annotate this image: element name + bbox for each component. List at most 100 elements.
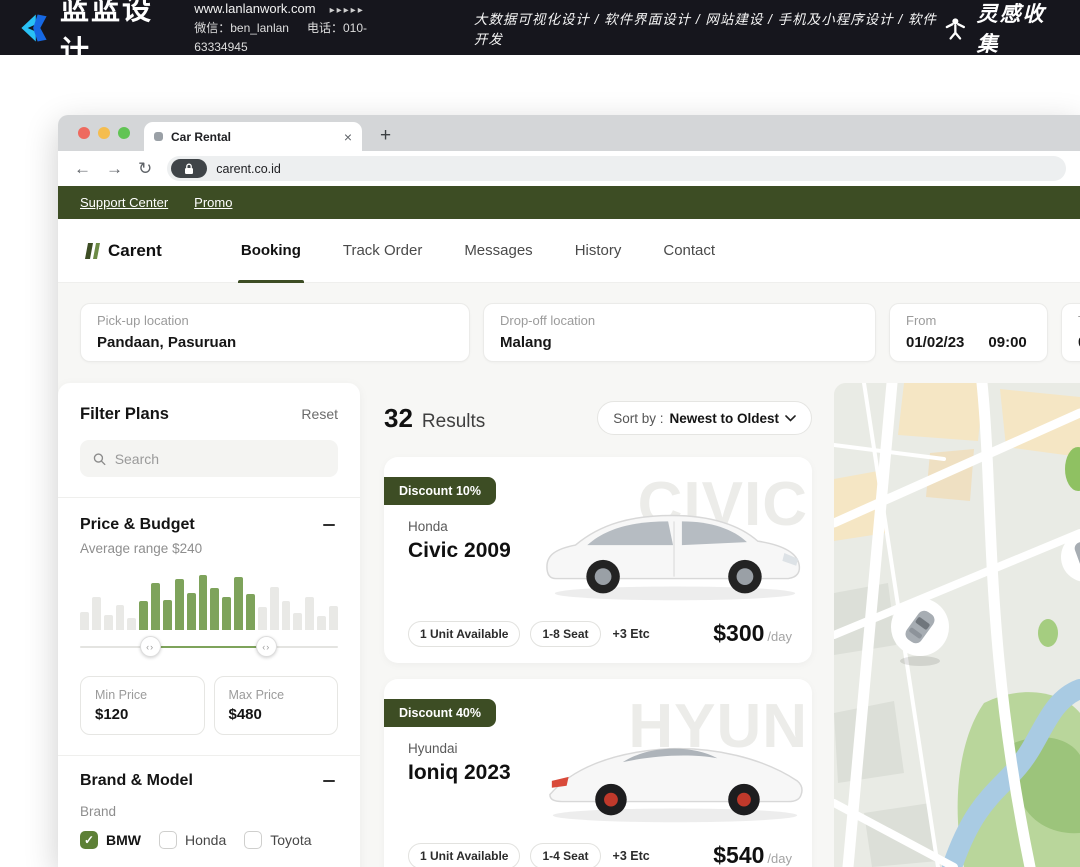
histogram-bar <box>222 597 231 630</box>
tab-title: Car Rental <box>171 130 336 144</box>
histogram-bar <box>258 607 267 630</box>
sort-dropdown[interactable]: Sort by : Newest to Oldest <box>597 401 812 435</box>
filter-search-input[interactable] <box>115 451 325 467</box>
discount-badge: Discount 10% <box>384 477 496 505</box>
car-brand: Honda <box>408 519 448 534</box>
filter-panel: Filter Plans Reset Price & Budget Averag… <box>58 383 360 867</box>
price-per: /day <box>767 851 792 866</box>
results-count: 32 <box>384 403 413 434</box>
seat-tag: 1-8 Seat <box>530 621 600 647</box>
price-range-slider[interactable]: ‹› ‹› <box>80 636 338 658</box>
histogram-bar <box>151 583 160 630</box>
min-price-field[interactable]: Min Price $120 <box>80 676 205 735</box>
histogram-bar <box>270 587 279 630</box>
to-datetime-field[interactable]: To 01/02/23 <box>1061 303 1080 362</box>
collapse-price-button[interactable] <box>320 516 338 534</box>
seat-tag: 1-4 Seat <box>530 843 600 867</box>
browser-window: Car Rental × + ← → ↻ carent.co.id Suppor… <box>58 115 1080 867</box>
pickup-label: Pick-up location <box>97 313 453 328</box>
price-amount: $300 <box>713 620 764 647</box>
brand-model-title: Brand & Model <box>80 772 193 790</box>
carent-logo[interactable]: Carent <box>84 241 162 261</box>
close-window-button[interactable] <box>78 127 90 139</box>
price-budget-title: Price & Budget <box>80 516 195 534</box>
max-price-value: $480 <box>229 706 324 723</box>
brand-option-toyota[interactable]: Toyota <box>244 831 311 849</box>
nav-item-track-order[interactable]: Track Order <box>322 219 443 283</box>
checkbox-honda[interactable] <box>159 831 177 849</box>
min-price-label: Min Price <box>95 688 190 702</box>
histogram-bar <box>329 606 338 630</box>
support-center-link[interactable]: Support Center <box>80 195 168 210</box>
minimize-window-button[interactable] <box>98 127 110 139</box>
inspiration-icon <box>943 15 968 41</box>
histogram-bar <box>282 601 291 630</box>
map-canvas <box>834 383 1080 867</box>
discount-badge: Discount 40% <box>384 699 496 727</box>
car-model: Civic 2009 <box>408 539 511 563</box>
promo-link[interactable]: Promo <box>194 195 232 210</box>
pickup-value: Pandaan, Pasuruan <box>97 334 453 351</box>
banner-services: 大数据可视化设计 / 软件界面设计 / 网站建设 / 手机及小程序设计 / 软件… <box>474 8 943 48</box>
pickup-location-field[interactable]: Pick-up location Pandaan, Pasuruan <box>80 303 470 362</box>
car-card-ioniq[interactable]: Discount 40% Hyundai Ioniq 2023 HYUN <box>384 679 812 867</box>
slider-handle-min[interactable]: ‹› <box>140 636 161 657</box>
car-brand: Hyundai <box>408 741 458 756</box>
results-column: 32 Results Sort by : Newest to Oldest <box>384 383 812 867</box>
banner-arrows: ▸▸▸▸▸ <box>330 5 365 16</box>
new-tab-button[interactable]: + <box>380 125 391 147</box>
from-label: From <box>906 313 1031 328</box>
histogram-bar <box>80 612 89 630</box>
nav-item-contact[interactable]: Contact <box>642 219 736 283</box>
collapse-brand-button[interactable] <box>320 772 338 790</box>
availability-tag: 1 Unit Available <box>408 843 520 867</box>
back-icon[interactable]: ← <box>74 160 91 177</box>
availability-tag: 1 Unit Available <box>408 621 520 647</box>
site-security-chip[interactable] <box>171 159 207 178</box>
min-price-value: $120 <box>95 706 190 723</box>
slider-handle-max[interactable]: ‹› <box>256 636 277 657</box>
histogram-bar <box>246 594 255 630</box>
lanlan-logo-icon <box>16 10 52 46</box>
map[interactable] <box>834 383 1080 867</box>
site-body: Pick-up location Pandaan, Pasuruan Drop-… <box>58 283 1080 867</box>
histogram-bar <box>104 615 113 630</box>
histogram-bar <box>210 588 219 630</box>
extra-tag: +3 Etc <box>613 627 650 641</box>
forward-icon[interactable]: → <box>106 160 123 177</box>
brand-option-bmw[interactable]: BMW <box>80 831 141 849</box>
price-amount: $540 <box>713 842 764 867</box>
nav-item-history[interactable]: History <box>554 219 643 283</box>
nav-item-messages[interactable]: Messages <box>443 219 553 283</box>
url-text: carent.co.id <box>216 162 281 176</box>
browser-address-bar: ← → ↻ carent.co.id <box>58 151 1080 186</box>
reset-filters-button[interactable]: Reset <box>301 406 338 422</box>
maximize-window-button[interactable] <box>118 127 130 139</box>
banner-wechat: 微信：ben_lanlan <box>194 21 289 35</box>
brand-options: BMW Honda Toyota <box>80 831 338 849</box>
from-datetime-field[interactable]: From 01/02/23 09:00 <box>889 303 1048 362</box>
site-navbar: Carent Booking Track Order Messages Hist… <box>58 219 1080 283</box>
url-field[interactable]: carent.co.id <box>167 156 1066 181</box>
histogram-bar <box>116 605 125 630</box>
nav-item-booking[interactable]: Booking <box>220 219 322 283</box>
site-topbar: Support Center Promo <box>58 186 1080 219</box>
checkbox-bmw[interactable] <box>80 831 98 849</box>
car-card-civic[interactable]: Discount 10% Honda Civic 2009 CIVIC <box>384 457 812 663</box>
dropoff-location-field[interactable]: Drop-off location Malang <box>483 303 876 362</box>
reload-icon[interactable]: ↻ <box>138 160 152 177</box>
histogram-bar <box>127 618 136 630</box>
brand-option-honda[interactable]: Honda <box>159 831 226 849</box>
histogram-bar <box>163 600 172 630</box>
filter-search-box[interactable] <box>80 440 338 477</box>
histogram-bar <box>187 593 196 630</box>
banner-contact: www.lanlanwork.com▸▸▸▸▸ 微信：ben_lanlan电话：… <box>194 0 410 56</box>
checkbox-toyota[interactable] <box>244 831 262 849</box>
browser-tab[interactable]: Car Rental × <box>144 122 362 151</box>
extra-tag: +3 Etc <box>613 849 650 863</box>
divider <box>58 755 360 756</box>
tab-close-icon[interactable]: × <box>344 129 352 145</box>
max-price-field[interactable]: Max Price $480 <box>214 676 339 735</box>
car-model: Ioniq 2023 <box>408 761 511 785</box>
search-icon <box>93 452 106 466</box>
